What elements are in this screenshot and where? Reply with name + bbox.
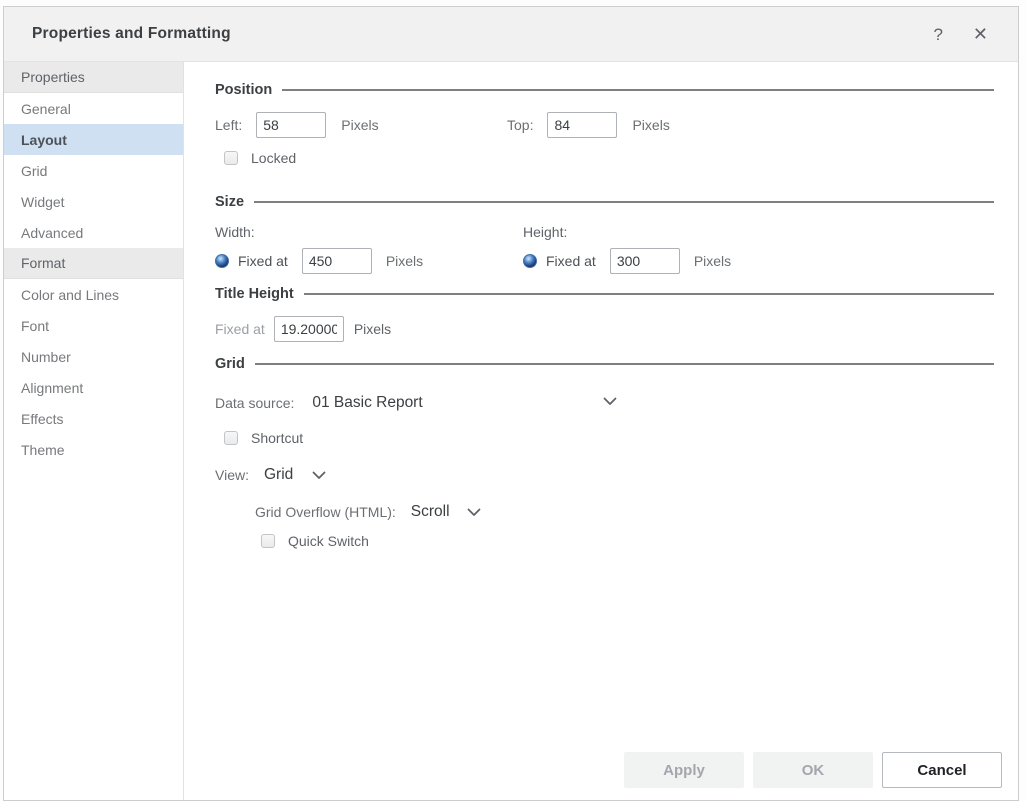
title-height-section-title: Title Height	[215, 286, 294, 302]
top-group: Top: Pixels	[507, 112, 799, 138]
height-column: Height: Fixed at Pixels	[523, 224, 831, 274]
height-fixed-radio[interactable]	[523, 254, 537, 268]
layout-panel: Position Left: Pixels Top: Pixels Locked	[184, 62, 1018, 801]
width-unit-label: Pixels	[386, 253, 423, 269]
shortcut-row: Shortcut	[215, 430, 994, 446]
sidebar-item-layout[interactable]: Layout	[4, 124, 183, 155]
quick-switch-checkbox[interactable]	[261, 534, 275, 548]
quick-switch-label: Quick Switch	[288, 533, 369, 549]
section-rule	[304, 293, 994, 295]
left-input[interactable]	[256, 112, 326, 138]
cancel-button[interactable]: Cancel	[882, 752, 1002, 788]
locked-row: Locked	[215, 150, 994, 166]
help-icon[interactable]: ?	[933, 26, 942, 43]
sidebar-item-color-and-lines[interactable]: Color and Lines	[4, 279, 183, 310]
grid-overflow-row: Grid Overflow (HTML): Scroll	[215, 503, 994, 521]
height-label: Height:	[523, 224, 831, 240]
view-label: View:	[215, 467, 249, 483]
data-source-dropdown[interactable]: 01 Basic Report	[312, 394, 422, 412]
section-rule	[255, 363, 994, 365]
grid-section-header: Grid	[215, 354, 994, 374]
quick-switch-row: Quick Switch	[215, 533, 994, 549]
left-unit-label: Pixels	[341, 117, 378, 133]
locked-label: Locked	[251, 150, 296, 166]
shortcut-checkbox[interactable]	[224, 431, 238, 445]
grid-overflow-dropdown[interactable]: Scroll	[411, 503, 450, 521]
title-height-row: Fixed at Pixels	[215, 316, 994, 342]
grid-section-title: Grid	[215, 356, 245, 372]
position-row: Left: Pixels Top: Pixels	[215, 112, 994, 138]
chevron-down-icon[interactable]	[603, 397, 617, 406]
title-height-input[interactable]	[274, 316, 344, 342]
top-input[interactable]	[547, 112, 617, 138]
width-fixed-row: Fixed at Pixels	[215, 248, 523, 274]
sidebar-section-format: Format	[4, 248, 183, 279]
dialog-title: Properties and Formatting	[32, 25, 231, 43]
grid-overflow-label: Grid Overflow (HTML):	[255, 504, 396, 520]
view-row: View: Grid	[215, 466, 994, 484]
view-dropdown[interactable]: Grid	[264, 466, 293, 484]
locked-checkbox[interactable]	[224, 151, 238, 165]
sidebar-item-effects[interactable]: Effects	[4, 403, 183, 434]
apply-button[interactable]: Apply	[624, 752, 744, 788]
top-unit-label: Pixels	[632, 117, 669, 133]
width-input[interactable]	[302, 248, 372, 274]
section-rule	[254, 201, 994, 203]
shortcut-label: Shortcut	[251, 430, 303, 446]
dialog-body: Properties General Layout Grid Widget Ad…	[4, 62, 1018, 801]
left-label: Left:	[215, 117, 242, 133]
height-fixed-label: Fixed at	[546, 253, 596, 269]
width-label: Width:	[215, 224, 523, 240]
sidebar-item-grid[interactable]: Grid	[4, 155, 183, 186]
sidebar: Properties General Layout Grid Widget Ad…	[4, 62, 184, 801]
sidebar-item-theme[interactable]: Theme	[4, 434, 183, 465]
data-source-label: Data source:	[215, 395, 294, 411]
dialog-titlebar: Properties and Formatting ? ✕	[4, 7, 1018, 62]
sidebar-section-properties: Properties	[4, 62, 183, 93]
height-input[interactable]	[610, 248, 680, 274]
title-height-section-header: Title Height	[215, 284, 994, 304]
data-source-row: Data source: 01 Basic Report	[215, 390, 994, 416]
properties-dialog: Properties and Formatting ? ✕ Properties…	[3, 6, 1019, 801]
sidebar-item-advanced[interactable]: Advanced	[4, 217, 183, 248]
sidebar-item-font[interactable]: Font	[4, 310, 183, 341]
size-section-header: Size	[215, 192, 994, 212]
height-fixed-row: Fixed at Pixels	[523, 248, 831, 274]
sidebar-item-general[interactable]: General	[4, 93, 183, 124]
width-column: Width: Fixed at Pixels	[215, 224, 523, 274]
size-section-title: Size	[215, 194, 244, 210]
chevron-down-icon[interactable]	[312, 471, 326, 480]
chevron-down-icon[interactable]	[467, 508, 481, 517]
width-fixed-label: Fixed at	[238, 253, 288, 269]
ok-button[interactable]: OK	[753, 752, 873, 788]
top-label: Top:	[507, 117, 533, 133]
width-fixed-radio[interactable]	[215, 254, 229, 268]
sidebar-item-widget[interactable]: Widget	[4, 186, 183, 217]
section-rule	[282, 89, 994, 91]
size-row: Width: Fixed at Pixels Height: Fixed at	[215, 224, 994, 274]
position-section-title: Position	[215, 82, 272, 98]
left-group: Left: Pixels	[215, 112, 507, 138]
sidebar-item-number[interactable]: Number	[4, 341, 183, 372]
close-icon[interactable]: ✕	[973, 25, 988, 43]
title-height-unit-label: Pixels	[354, 321, 391, 337]
sidebar-item-alignment[interactable]: Alignment	[4, 372, 183, 403]
height-unit-label: Pixels	[694, 253, 731, 269]
dialog-footer: Apply OK Cancel	[624, 752, 1002, 788]
title-height-fixed-label: Fixed at	[215, 321, 265, 337]
position-section-header: Position	[215, 80, 994, 100]
